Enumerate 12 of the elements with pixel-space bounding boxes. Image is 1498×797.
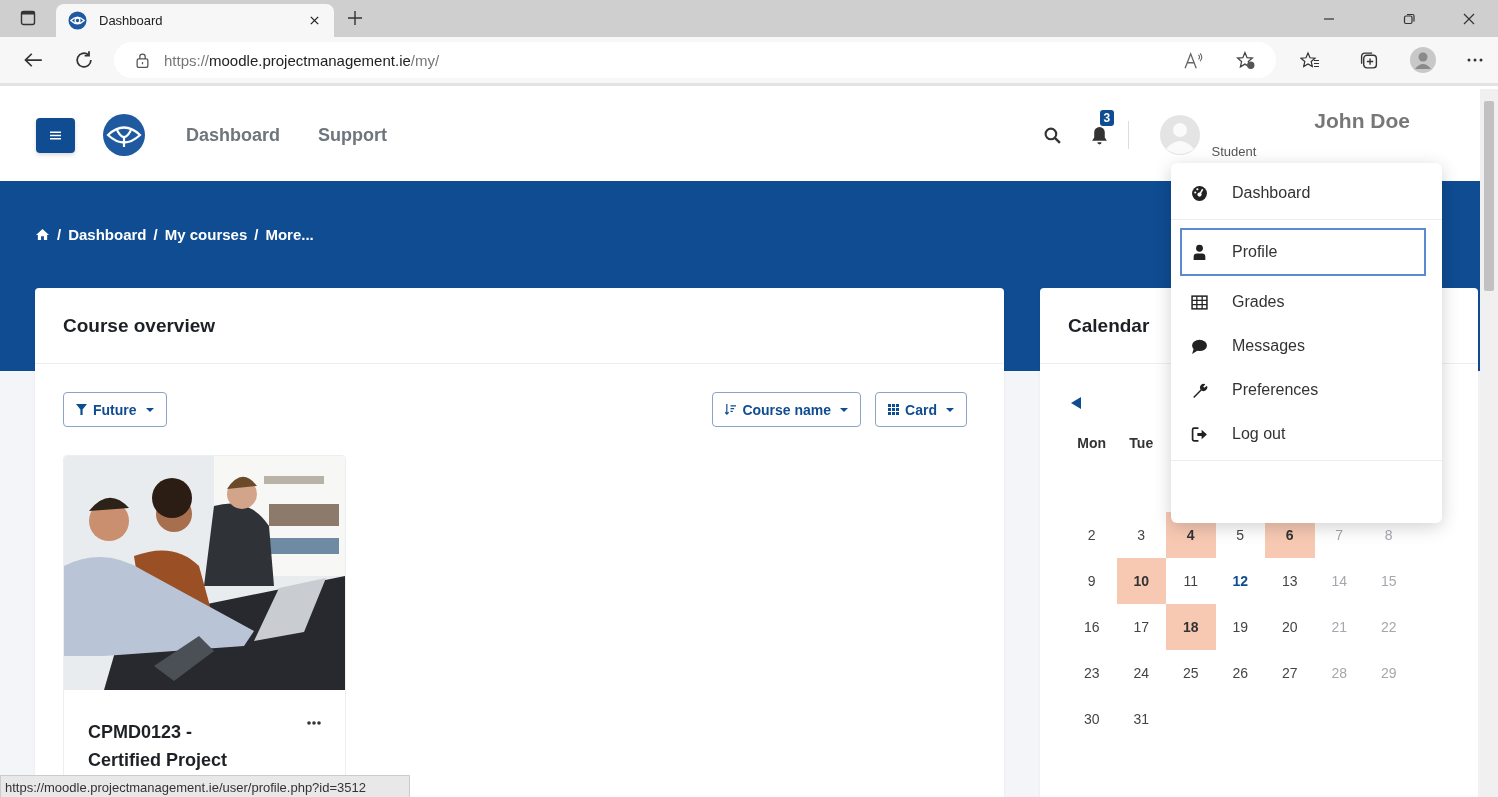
url-text: https://moodle.projectmanagement.ie/my/ <box>164 51 440 69</box>
card-title: Course overview <box>63 314 216 337</box>
card-title: Calendar <box>1068 314 1150 337</box>
weekday-label: Tue <box>1128 434 1155 453</box>
breadcrumb-separator: / <box>57 226 62 243</box>
status-url-tooltip: https://moodle.projectmanagement.ie/user/profile.php?id=3512 <box>0 775 410 797</box>
notification-badge: 3 <box>1099 109 1115 126</box>
user-role: Student <box>1211 144 1257 159</box>
breadcrumb-separator: / <box>254 226 259 243</box>
breadcrumb-separator: / <box>153 226 158 243</box>
tab-title: Dashboard <box>99 13 164 28</box>
weekday-label: Mon <box>1076 434 1108 453</box>
